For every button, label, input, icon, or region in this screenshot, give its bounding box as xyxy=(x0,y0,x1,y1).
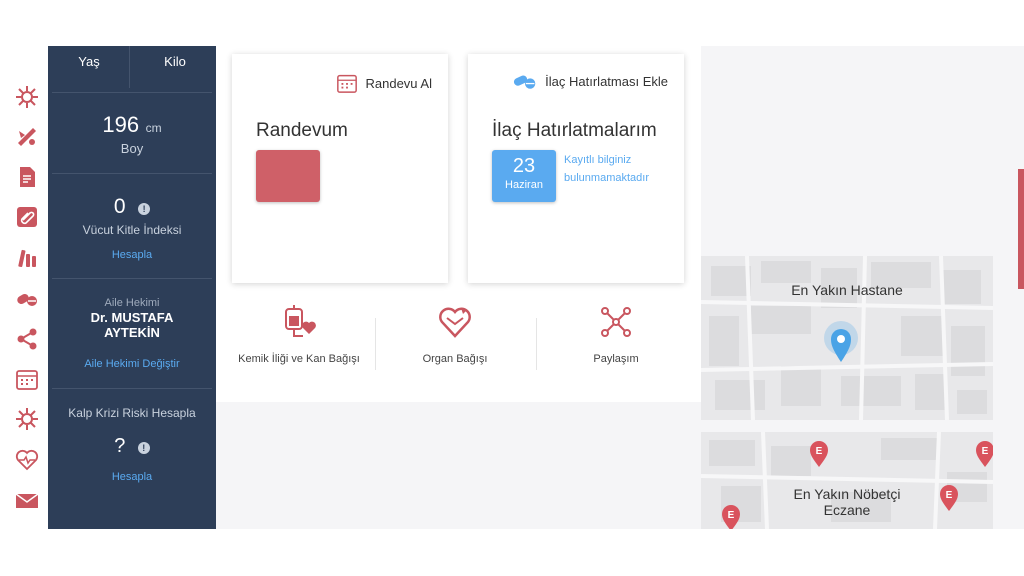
divider xyxy=(52,278,212,279)
dashboard-center: Randevu Al Randevum İlaç Hatırlatması Ek… xyxy=(216,46,701,402)
height-unit: cm xyxy=(145,121,162,135)
heart-risk-calculate-link[interactable]: Hesapla xyxy=(48,471,216,483)
appointment-date-block[interactable] xyxy=(256,150,320,202)
doctor-name-line2: AYTEKİN xyxy=(104,325,160,340)
svg-text:E: E xyxy=(728,510,735,521)
heart-risk-value-row: ? ! xyxy=(48,435,216,458)
divider xyxy=(52,92,212,93)
pill-crossed-icon[interactable] xyxy=(14,124,40,150)
height-value: 196 xyxy=(102,112,140,137)
appointment-card: Randevu Al Randevum xyxy=(232,54,448,283)
nearby-panel: En Yakın Hastane En Yakın Nöbetçi Eczane… xyxy=(701,46,1024,529)
paperclip-icon[interactable] xyxy=(14,204,40,230)
location-pin-icon xyxy=(824,321,858,362)
heart-arrows-icon xyxy=(439,307,471,338)
book-appointment-label: Randevu Al xyxy=(365,75,433,91)
divider xyxy=(52,388,212,389)
nearest-pharmacy-map[interactable]: En Yakın Nöbetçi Eczane E E E E xyxy=(701,432,993,529)
info-icon[interactable]: ! xyxy=(137,441,150,454)
book-appointment-button[interactable]: Randevu Al xyxy=(336,72,433,94)
capsule-icon xyxy=(514,75,536,89)
bmi-value-row: 0 ! xyxy=(48,195,216,219)
add-medication-reminder-button[interactable]: İlaç Hatırlatması Ekle xyxy=(513,72,668,90)
nearest-hospital-label: En Yakın Hastane xyxy=(791,282,903,298)
calendar-icon[interactable] xyxy=(14,366,40,392)
height-label: Boy xyxy=(120,141,144,156)
date-month: Haziran xyxy=(505,179,543,191)
pharmacy-marker[interactable]: E xyxy=(809,440,829,473)
calendar-icon xyxy=(336,74,357,93)
capsule-icon[interactable] xyxy=(14,286,40,312)
doctor-caption: Aile Hekimi xyxy=(104,297,160,309)
info-icon[interactable]: ! xyxy=(138,202,151,215)
medication-title: İlaç Hatırlatmalarım xyxy=(492,120,657,141)
divider xyxy=(52,173,212,174)
height-value-row: 196 cm xyxy=(48,112,216,138)
mail-icon[interactable] xyxy=(14,488,40,514)
svg-text:E: E xyxy=(816,446,823,457)
profile-panel: Yaş Kilo 196 cm Boy 0 ! Vücut Kitle İnde… xyxy=(48,46,216,529)
organ-donation-label: Organ Bağışı xyxy=(422,353,488,365)
blood-marrow-donation-button[interactable]: Kemik İliği ve Kan Bağışı xyxy=(224,304,374,365)
medication-card: İlaç Hatırlatması Ekle İlaç Hatırlatmala… xyxy=(468,54,684,283)
svg-text:E: E xyxy=(946,490,953,501)
document-icon[interactable] xyxy=(14,164,40,190)
blood-marrow-donation-label: Kemik İliği ve Kan Bağışı xyxy=(238,353,360,365)
bmi-label: Vücut Kitle İndeksi xyxy=(82,223,182,237)
empty-message-line2: bulunmamaktadır xyxy=(564,172,649,184)
bmi-value: 0 xyxy=(113,195,126,218)
network-share-icon xyxy=(601,307,631,337)
icon-rail xyxy=(0,46,48,529)
share-icon[interactable] xyxy=(14,326,40,352)
change-doctor-link[interactable]: Aile Hekimi Değiştir xyxy=(48,358,216,370)
blood-bag-heart-icon xyxy=(285,305,316,337)
pharmacy-marker[interactable]: E xyxy=(721,504,741,529)
pharmacy-marker[interactable]: E xyxy=(939,484,959,517)
bmi-calculate-link[interactable]: Hesapla xyxy=(48,249,216,261)
heart-pulse-icon[interactable] xyxy=(14,447,40,473)
organ-donation-button[interactable]: Organ Bağışı xyxy=(380,304,530,365)
divider xyxy=(129,46,130,88)
heart-risk-value: ? xyxy=(114,435,126,457)
appointment-title: Randevum xyxy=(256,120,348,141)
pharmacy-marker[interactable]: E xyxy=(975,440,993,473)
divider xyxy=(536,318,537,370)
sharing-button[interactable]: Paylaşım xyxy=(541,304,691,365)
empty-message-line1: Kayıtlı bilginiz xyxy=(564,154,632,166)
heart-risk-label: Kalp Krizi Riski Hesapla xyxy=(68,406,196,420)
date-day: 23 xyxy=(512,155,536,177)
weight-label: Kilo xyxy=(164,54,186,69)
doctor-name-line1: Dr. MUSTAFA xyxy=(90,310,174,325)
medication-empty-message: Kayıtlı bilginiz bulunmamaktadır xyxy=(564,151,649,187)
virus-icon-2[interactable] xyxy=(14,406,40,432)
nearest-hospital-map[interactable]: En Yakın Hastane xyxy=(701,256,993,420)
side-tab[interactable] xyxy=(1018,169,1024,289)
divider xyxy=(375,318,376,370)
app-stage: Yaş Kilo 196 cm Boy 0 ! Vücut Kitle İnde… xyxy=(0,46,1024,529)
virus-icon[interactable] xyxy=(14,84,40,110)
svg-text:E: E xyxy=(982,446,989,457)
add-medication-reminder-label: İlaç Hatırlatması Ekle xyxy=(545,73,668,89)
sharing-label: Paylaşım xyxy=(593,353,639,365)
medication-date-badge[interactable]: 23 Haziran xyxy=(492,150,556,202)
vials-icon[interactable] xyxy=(14,245,40,271)
age-label: Yaş xyxy=(78,54,100,69)
